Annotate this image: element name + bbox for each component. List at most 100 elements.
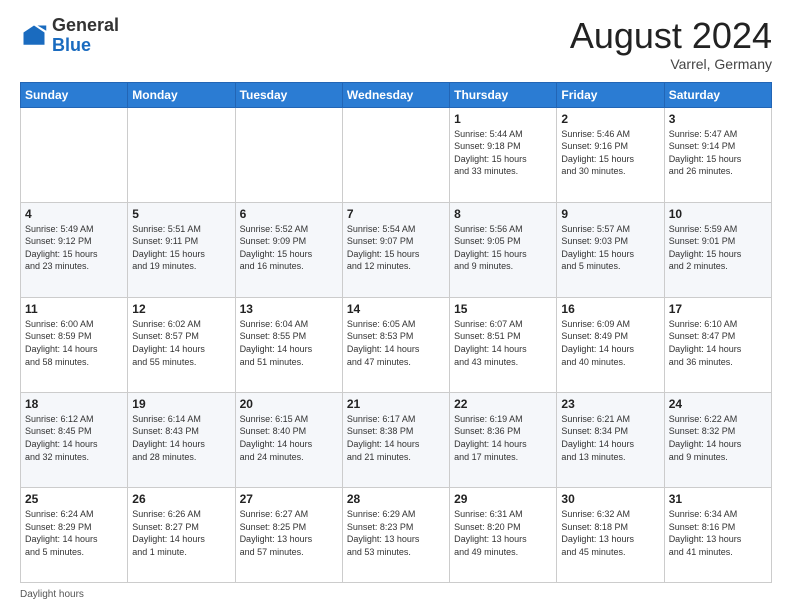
- calendar-cell: 16Sunrise: 6:09 AM Sunset: 8:49 PM Dayli…: [557, 297, 664, 392]
- day-number: 13: [240, 302, 338, 316]
- day-info: Sunrise: 5:46 AM Sunset: 9:16 PM Dayligh…: [561, 128, 659, 178]
- day-number: 26: [132, 492, 230, 506]
- calendar-cell: 25 Sunrise: 6:24 AM Sunset: 8:29 PM Dayli…: [21, 487, 128, 582]
- day-info: Sunrise: 5:57 AM Sunset: 9:03 PM Dayligh…: [561, 223, 659, 273]
- calendar-cell: 1 Sunrise: 5:44 AM Sunset: 9:18 PM Daylig…: [450, 107, 557, 202]
- day-info: Sunrise: 6:22 AM Sunset: 8:32 PM Dayligh…: [669, 413, 767, 463]
- day-info: Sunrise: 6:15 AM Sunset: 8:40 PM Dayligh…: [240, 413, 338, 463]
- day-info: Sunrise: 6:00 AM Sunset: 8:59 PM Dayligh…: [25, 318, 123, 368]
- day-info: Sunrise: 5:59 AM Sunset: 9:01 PM Dayligh…: [669, 223, 767, 273]
- calendar-cell: 9Sunrise: 5:57 AM Sunset: 9:03 PM Daylig…: [557, 202, 664, 297]
- day-number: 28: [347, 492, 445, 506]
- day-info: Sunrise: 5:56 AM Sunset: 9:05 PM Dayligh…: [454, 223, 552, 273]
- calendar-cell: 30 Sunrise: 6:32 AM Sunset: 8:18 PM Dayli…: [557, 487, 664, 582]
- day-info: Sunrise: 6:07 AM Sunset: 8:51 PM Dayligh…: [454, 318, 552, 368]
- calendar-cell: 5Sunrise: 5:51 AM Sunset: 9:11 PM Daylig…: [128, 202, 235, 297]
- calendar-cell: [342, 107, 449, 202]
- day-info: Sunrise: 5:52 AM Sunset: 9:09 PM Dayligh…: [240, 223, 338, 273]
- calendar-cell: 3 Sunrise: 5:47 AM Sunset: 9:14 PM Daylig…: [664, 107, 771, 202]
- logo-blue: Blue: [52, 35, 91, 55]
- day-number: 12: [132, 302, 230, 316]
- day-number: 8: [454, 207, 552, 221]
- day-info: Sunrise: 6:24 AM Sunset: 8:29 PM Dayligh…: [25, 508, 123, 558]
- daylight-label: Daylight hours: [20, 589, 84, 600]
- calendar-cell: 7 Sunrise: 5:54 AM Sunset: 9:07 PM Daylig…: [342, 202, 449, 297]
- day-number: 15: [454, 302, 552, 316]
- calendar-cell: 23 Sunrise: 6:21 AM Sunset: 8:34 PM Dayli…: [557, 392, 664, 487]
- calendar-cell: 13 Sunrise: 6:04 AM Sunset: 8:55 PM Dayli…: [235, 297, 342, 392]
- day-number: 19: [132, 397, 230, 411]
- day-number: 25: [25, 492, 123, 506]
- day-number: 3: [669, 112, 767, 126]
- day-number: 20: [240, 397, 338, 411]
- day-info: Sunrise: 6:27 AM Sunset: 8:25 PM Dayligh…: [240, 508, 338, 558]
- calendar-cell: [235, 107, 342, 202]
- day-info: Sunrise: 5:51 AM Sunset: 9:11 PM Dayligh…: [132, 223, 230, 273]
- day-header-friday: Friday: [557, 82, 664, 107]
- day-number: 31: [669, 492, 767, 506]
- day-info: Sunrise: 6:19 AM Sunset: 8:36 PM Dayligh…: [454, 413, 552, 463]
- day-number: 10: [669, 207, 767, 221]
- day-number: 4: [25, 207, 123, 221]
- header: General Blue August 2024 Varrel, Germany: [20, 16, 772, 72]
- day-number: 2: [561, 112, 659, 126]
- calendar-cell: 2 Sunrise: 5:46 AM Sunset: 9:16 PM Daylig…: [557, 107, 664, 202]
- day-number: 14: [347, 302, 445, 316]
- title-area: August 2024 Varrel, Germany: [570, 16, 772, 72]
- subtitle: Varrel, Germany: [570, 56, 772, 72]
- calendar-cell: 14 Sunrise: 6:05 AM Sunset: 8:53 PM Dayli…: [342, 297, 449, 392]
- day-number: 21: [347, 397, 445, 411]
- month-title: August 2024: [570, 16, 772, 56]
- day-info: Sunrise: 6:02 AM Sunset: 8:57 PM Dayligh…: [132, 318, 230, 368]
- day-info: Sunrise: 6:29 AM Sunset: 8:23 PM Dayligh…: [347, 508, 445, 558]
- day-number: 7: [347, 207, 445, 221]
- calendar-cell: 31Sunrise: 6:34 AM Sunset: 8:16 PM Dayli…: [664, 487, 771, 582]
- day-number: 29: [454, 492, 552, 506]
- day-number: 18: [25, 397, 123, 411]
- calendar-cell: 20 Sunrise: 6:15 AM Sunset: 8:40 PM Dayli…: [235, 392, 342, 487]
- calendar-cell: 6 Sunrise: 5:52 AM Sunset: 9:09 PM Daylig…: [235, 202, 342, 297]
- day-info: Sunrise: 6:21 AM Sunset: 8:34 PM Dayligh…: [561, 413, 659, 463]
- day-info: Sunrise: 6:05 AM Sunset: 8:53 PM Dayligh…: [347, 318, 445, 368]
- day-number: 24: [669, 397, 767, 411]
- calendar-cell: 17Sunrise: 6:10 AM Sunset: 8:47 PM Dayli…: [664, 297, 771, 392]
- day-info: Sunrise: 6:12 AM Sunset: 8:45 PM Dayligh…: [25, 413, 123, 463]
- day-header-monday: Monday: [128, 82, 235, 107]
- day-number: 6: [240, 207, 338, 221]
- day-header-saturday: Saturday: [664, 82, 771, 107]
- calendar-cell: 27 Sunrise: 6:27 AM Sunset: 8:25 PM Dayli…: [235, 487, 342, 582]
- day-info: Sunrise: 5:54 AM Sunset: 9:07 PM Dayligh…: [347, 223, 445, 273]
- day-info: Sunrise: 5:47 AM Sunset: 9:14 PM Dayligh…: [669, 128, 767, 178]
- day-number: 16: [561, 302, 659, 316]
- day-number: 11: [25, 302, 123, 316]
- calendar-cell: 18 Sunrise: 6:12 AM Sunset: 8:45 PM Dayli…: [21, 392, 128, 487]
- day-info: Sunrise: 6:32 AM Sunset: 8:18 PM Dayligh…: [561, 508, 659, 558]
- day-info: Sunrise: 6:14 AM Sunset: 8:43 PM Dayligh…: [132, 413, 230, 463]
- calendar-table: SundayMondayTuesdayWednesdayThursdayFrid…: [20, 82, 772, 583]
- day-header-wednesday: Wednesday: [342, 82, 449, 107]
- logo-text: General Blue: [52, 16, 119, 56]
- calendar-cell: 10 Sunrise: 5:59 AM Sunset: 9:01 PM Dayli…: [664, 202, 771, 297]
- day-info: Sunrise: 6:17 AM Sunset: 8:38 PM Dayligh…: [347, 413, 445, 463]
- page: General Blue August 2024 Varrel, Germany…: [0, 0, 792, 612]
- day-number: 27: [240, 492, 338, 506]
- calendar-cell: 11 Sunrise: 6:00 AM Sunset: 8:59 PM Dayli…: [21, 297, 128, 392]
- calendar-cell: 8 Sunrise: 5:56 AM Sunset: 9:05 PM Daylig…: [450, 202, 557, 297]
- day-number: 17: [669, 302, 767, 316]
- day-info: Sunrise: 5:44 AM Sunset: 9:18 PM Dayligh…: [454, 128, 552, 178]
- calendar-cell: 15 Sunrise: 6:07 AM Sunset: 8:51 PM Dayli…: [450, 297, 557, 392]
- footer: Daylight hours: [20, 589, 772, 600]
- calendar-cell: 22 Sunrise: 6:19 AM Sunset: 8:36 PM Dayli…: [450, 392, 557, 487]
- day-number: 23: [561, 397, 659, 411]
- day-info: Sunrise: 6:04 AM Sunset: 8:55 PM Dayligh…: [240, 318, 338, 368]
- day-number: 30: [561, 492, 659, 506]
- calendar-cell: 4Sunrise: 5:49 AM Sunset: 9:12 PM Daylig…: [21, 202, 128, 297]
- calendar-cell: [21, 107, 128, 202]
- calendar-cell: [128, 107, 235, 202]
- calendar-cell: 19 Sunrise: 6:14 AM Sunset: 8:43 PM Dayli…: [128, 392, 235, 487]
- day-number: 1: [454, 112, 552, 126]
- calendar-cell: 21 Sunrise: 6:17 AM Sunset: 8:38 PM Dayli…: [342, 392, 449, 487]
- calendar-cell: 26Sunrise: 6:26 AM Sunset: 8:27 PM Dayli…: [128, 487, 235, 582]
- day-header-thursday: Thursday: [450, 82, 557, 107]
- day-number: 22: [454, 397, 552, 411]
